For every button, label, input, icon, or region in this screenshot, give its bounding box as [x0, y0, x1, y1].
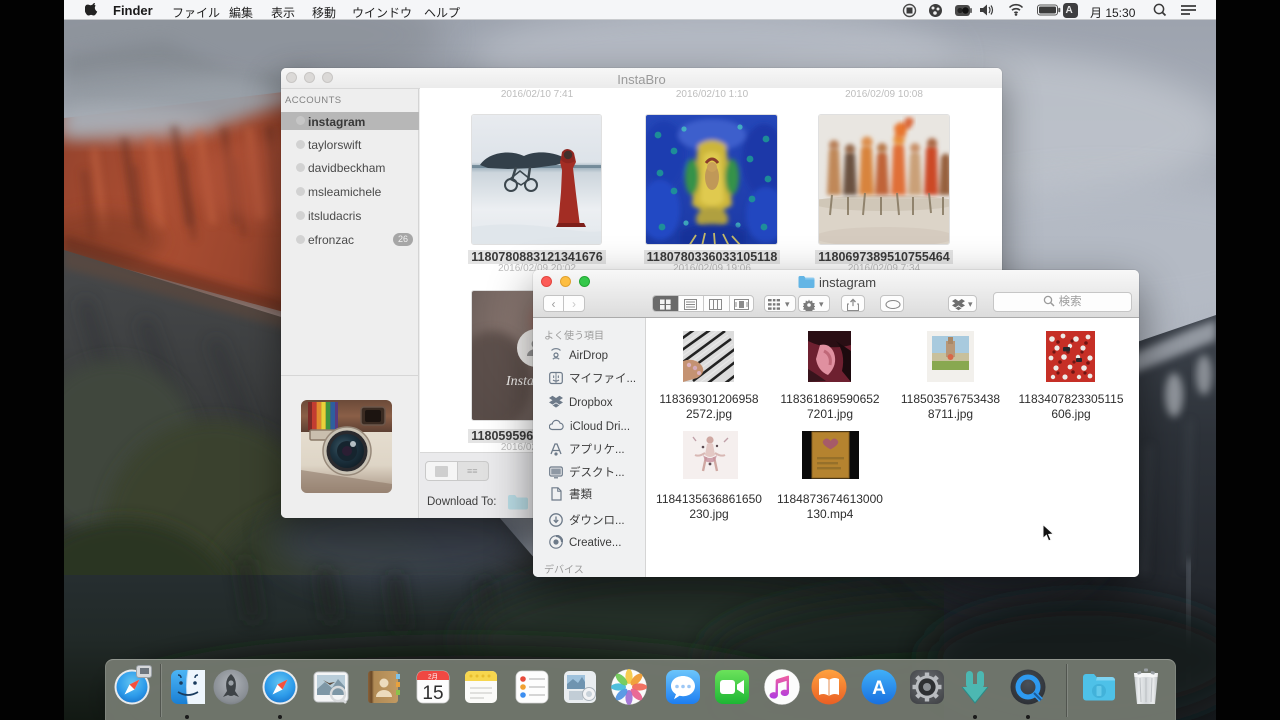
svg-text:2月: 2月 [427, 673, 437, 681]
svg-text:Insta: Insta [505, 374, 534, 389]
svg-text:A: A [872, 678, 886, 699]
svg-text:15: 15 [422, 683, 443, 704]
